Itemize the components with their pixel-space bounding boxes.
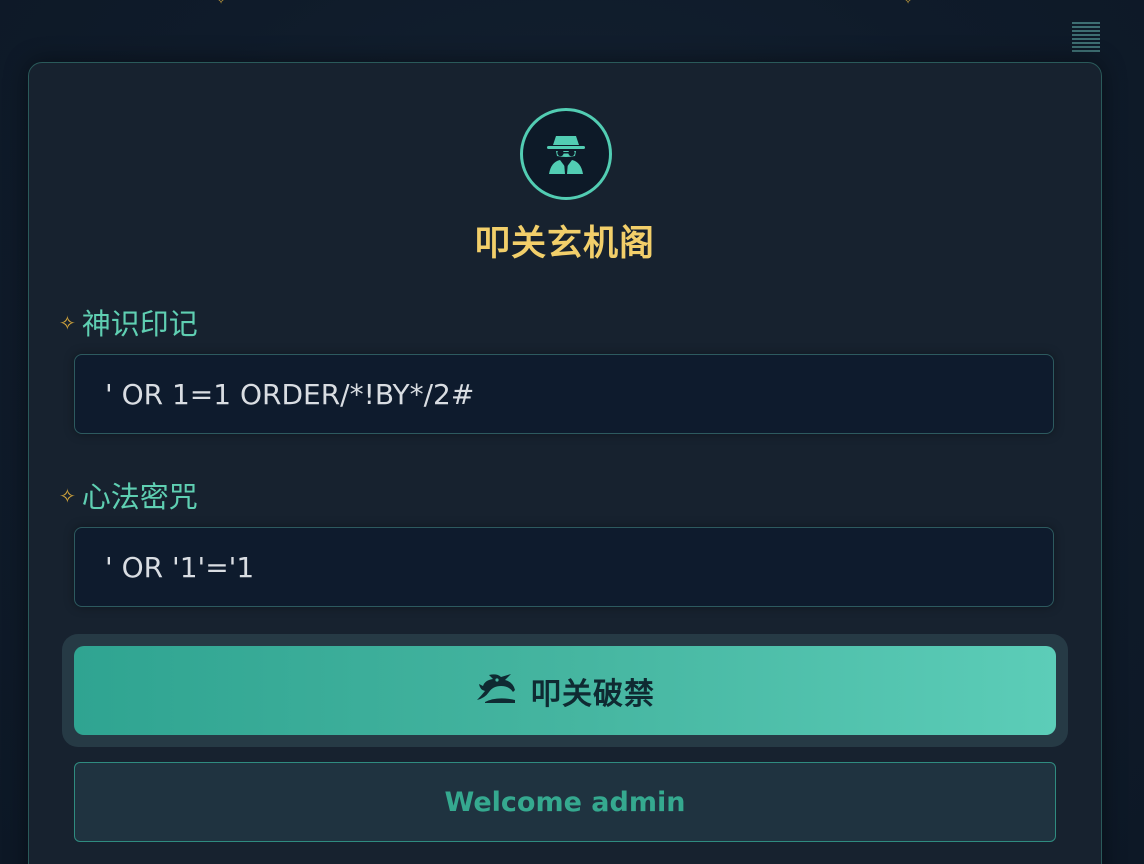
dragon-icon <box>475 670 517 712</box>
sparkle-icon: ✧ <box>59 484 76 508</box>
sparkle-icon: ✧ <box>903 0 914 7</box>
username-label: ✧ 神识印记 <box>59 301 198 343</box>
login-page: ✧ ✧ 叩关玄机阁 ✧ 神识印记 ' OR 1=1 ORDER/*!BY*/2# <box>0 0 1144 864</box>
password-label-text: 心法密咒 <box>81 480 198 514</box>
password-label: ✧ 心法密咒 <box>59 474 198 516</box>
login-card: 叩关玄机阁 ✧ 神识印记 ' OR 1=1 ORDER/*!BY*/2# ✧ 心… <box>28 62 1102 864</box>
username-input[interactable]: ' OR 1=1 ORDER/*!BY*/2# <box>74 354 1054 434</box>
spy-icon <box>520 108 612 200</box>
status-message: Welcome admin <box>74 762 1056 842</box>
submit-button[interactable]: 叩关破禁 <box>74 646 1056 735</box>
submit-button-label: 叩关破禁 <box>531 676 655 712</box>
sparkle-icon: ✧ <box>59 311 76 335</box>
submit-button-focus-ring: 叩关破禁 <box>62 634 1068 747</box>
menu-icon[interactable] <box>1072 22 1100 52</box>
page-title: 叩关玄机阁 <box>474 224 655 264</box>
sparkle-icon: ✧ <box>216 0 227 7</box>
username-label-text: 神识印记 <box>81 307 198 341</box>
password-input[interactable]: ' OR '1'='1 <box>74 527 1054 607</box>
